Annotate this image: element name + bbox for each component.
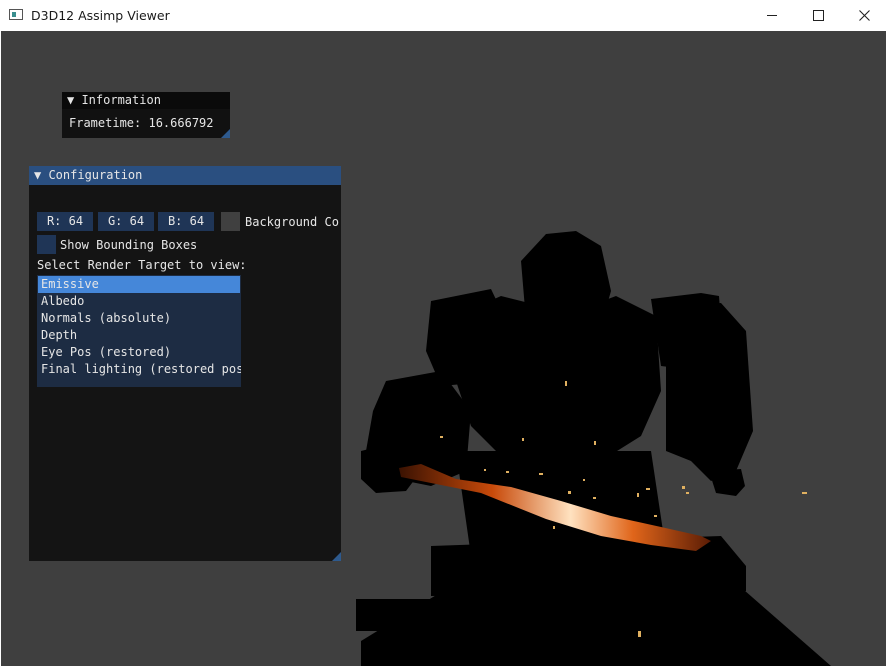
maximize-icon [812,10,824,21]
list-item-final-lighting[interactable]: Final lighting (restored pos [38,361,241,378]
resize-grip[interactable] [332,552,341,561]
red-value-input[interactable]: R: 64 [37,212,93,231]
maximize-button[interactable] [795,0,841,31]
bounding-boxes-label: Show Bounding Boxes [60,238,198,252]
close-button[interactable] [841,0,887,31]
list-item-normals[interactable]: Normals (absolute) [38,310,240,327]
list-item-emissive[interactable]: Emissive [38,276,240,293]
information-window[interactable]: ▼ Information Frametime: 16.666792 [62,92,230,138]
render-target-listbox[interactable]: Emissive Albedo Normals (absolute) Depth… [37,275,241,387]
app-icon [9,9,23,20]
viewport[interactable]: ▼ Information Frametime: 16.666792 ▼ Con… [1,31,886,666]
close-icon [858,10,870,21]
background-color-swatch[interactable] [221,212,240,231]
green-value-input[interactable]: G: 64 [98,212,154,231]
list-item-albedo[interactable]: Albedo [38,293,240,310]
render-target-label: Select Render Target to view: [37,258,247,272]
configuration-window-title[interactable]: ▼ Configuration [29,166,341,185]
minimize-icon [767,15,777,16]
window-title: D3D12 Assimp Viewer [31,8,170,23]
configuration-window[interactable]: ▼ Configuration R: 64 G: 64 B: 64 Backgr… [29,166,341,561]
frametime-text: Frametime: 16.666792 [69,116,214,130]
title-bar[interactable]: D3D12 Assimp Viewer [0,0,887,31]
list-item-depth[interactable]: Depth [38,327,240,344]
blue-value-input[interactable]: B: 64 [158,212,214,231]
list-item-eye-pos[interactable]: Eye Pos (restored) [38,344,240,361]
background-color-label: Background Co [245,215,339,229]
bounding-boxes-checkbox[interactable] [37,235,56,254]
information-window-title[interactable]: ▼ Information [62,92,230,109]
resize-grip[interactable] [221,129,230,138]
minimize-button[interactable] [749,0,795,31]
